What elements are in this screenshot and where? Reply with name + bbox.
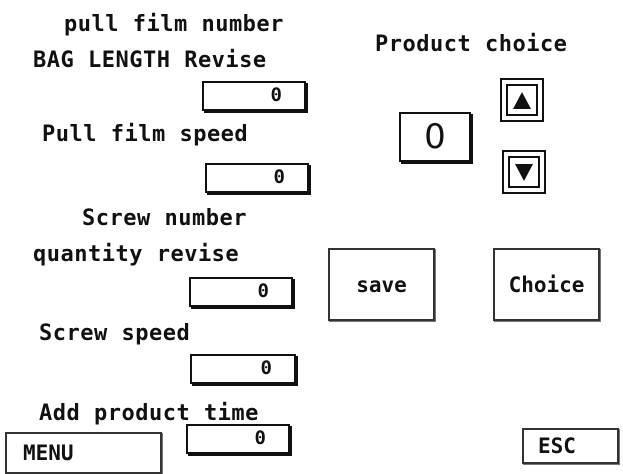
pull-film-speed-field[interactable]: 0 [205,163,309,193]
save-button[interactable]: save [328,248,435,321]
save-button-label: save [356,272,407,297]
screw-speed-label: Screw speed [39,321,191,346]
esc-button-label: ESC [538,434,576,458]
down-arrow-icon [508,156,540,188]
product-up-button[interactable] [500,78,544,122]
choice-button-label: Choice [508,272,585,297]
quantity-revise-label: quantity revise [33,242,240,267]
esc-button[interactable]: ESC [522,428,619,464]
screw-speed-field[interactable]: 0 [190,354,296,384]
choice-button[interactable]: Choice [493,248,600,321]
pull-film-number-label: pull film number [64,12,284,37]
menu-button-label: MENU [23,441,74,465]
bag-length-revise-field[interactable]: 0 [202,81,306,111]
screw-quantity-revise-field[interactable]: 0 [189,277,293,307]
product-number-display: 0 [399,112,471,162]
product-choice-label: Product choice [375,32,568,57]
screw-number-label: Screw number [82,206,247,231]
bag-length-revise-label: BAG LENGTH Revise [33,48,267,73]
product-down-button[interactable] [502,150,546,194]
add-product-time-field[interactable]: 0 [186,424,290,454]
menu-button[interactable]: MENU [5,432,162,474]
pull-film-speed-label: Pull film speed [42,122,249,147]
up-arrow-icon [506,84,538,116]
